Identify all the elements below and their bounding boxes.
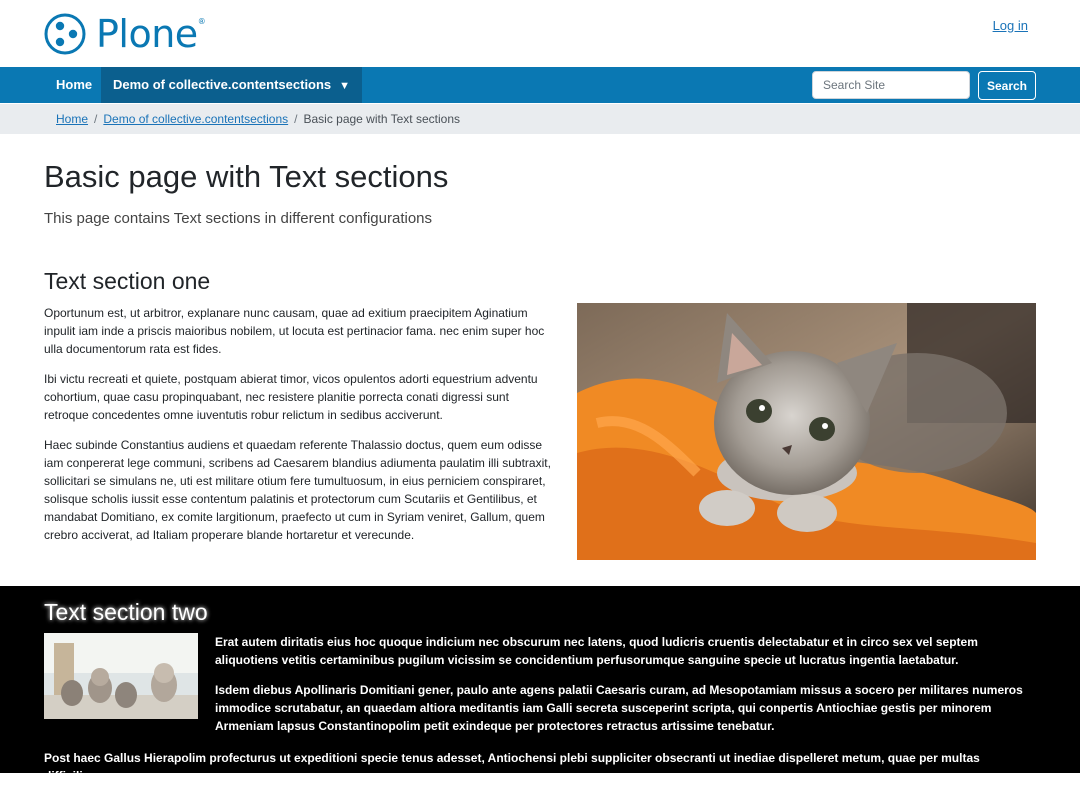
page-description: This page contains Text sections in diff… — [44, 210, 433, 227]
breadcrumb-separator: / — [94, 112, 98, 126]
section-two-paragraph: Isdem diebus Apollinaris Domitiani gener… — [215, 683, 1023, 733]
section-two-title: Text section two — [44, 599, 208, 625]
search-input[interactable] — [812, 71, 970, 99]
nav-item-demo-label: Demo of collective.contentsections — [113, 77, 332, 92]
kitten-image — [577, 303, 1036, 560]
section-two: Text section two Erat autem diritatis ei… — [0, 586, 1080, 783]
kittens-thumbnail-image — [44, 633, 198, 719]
section-one-body: Oportunum est, ut arbitror, explanare nu… — [44, 304, 556, 556]
main-navigation: Home Demo of collective.contentsections ▼… — [0, 67, 1080, 103]
breadcrumb-home[interactable]: Home — [56, 112, 88, 126]
site-header: Plone® Log in — [0, 0, 1080, 67]
breadcrumb-demo[interactable]: Demo of collective.contentsections — [103, 112, 288, 126]
page-title: Basic page with Text sections — [44, 159, 449, 194]
section-two-paragraph: Post haec Gallus Hierapolim profecturus … — [44, 751, 980, 783]
section-one-paragraph: Haec subinde Constantius audiens et quae… — [44, 438, 551, 542]
plone-logo-icon — [44, 13, 86, 55]
breadcrumb-current: Basic page with Text sections — [303, 112, 460, 126]
section-two-body: Erat autem diritatis eius hoc quoque ind… — [215, 633, 1040, 747]
plone-logo[interactable]: Plone® — [44, 12, 206, 56]
section-one-paragraph: Oportunum est, ut arbitror, explanare nu… — [44, 306, 545, 356]
registered-mark: ® — [197, 17, 206, 26]
breadcrumb-separator: / — [294, 112, 298, 126]
login-link[interactable]: Log in — [993, 18, 1028, 33]
chevron-down-icon[interactable]: ▼ — [339, 80, 350, 92]
nav-item-home[interactable]: Home — [56, 67, 92, 103]
breadcrumb: Home / Demo of collective.contentsections /… — [0, 104, 1080, 134]
section-two-paragraph: Erat autem diritatis eius hoc quoque ind… — [215, 635, 978, 667]
nav-item-demo[interactable]: Demo of collective.contentsections ▼ — [101, 67, 363, 103]
section-one-title: Text section one — [44, 268, 211, 294]
search-button[interactable]: Search — [978, 71, 1036, 100]
logo-text: Plone® — [96, 12, 206, 56]
section-one-paragraph: Ibi victu recreati et quiete, postquam a… — [44, 372, 538, 422]
